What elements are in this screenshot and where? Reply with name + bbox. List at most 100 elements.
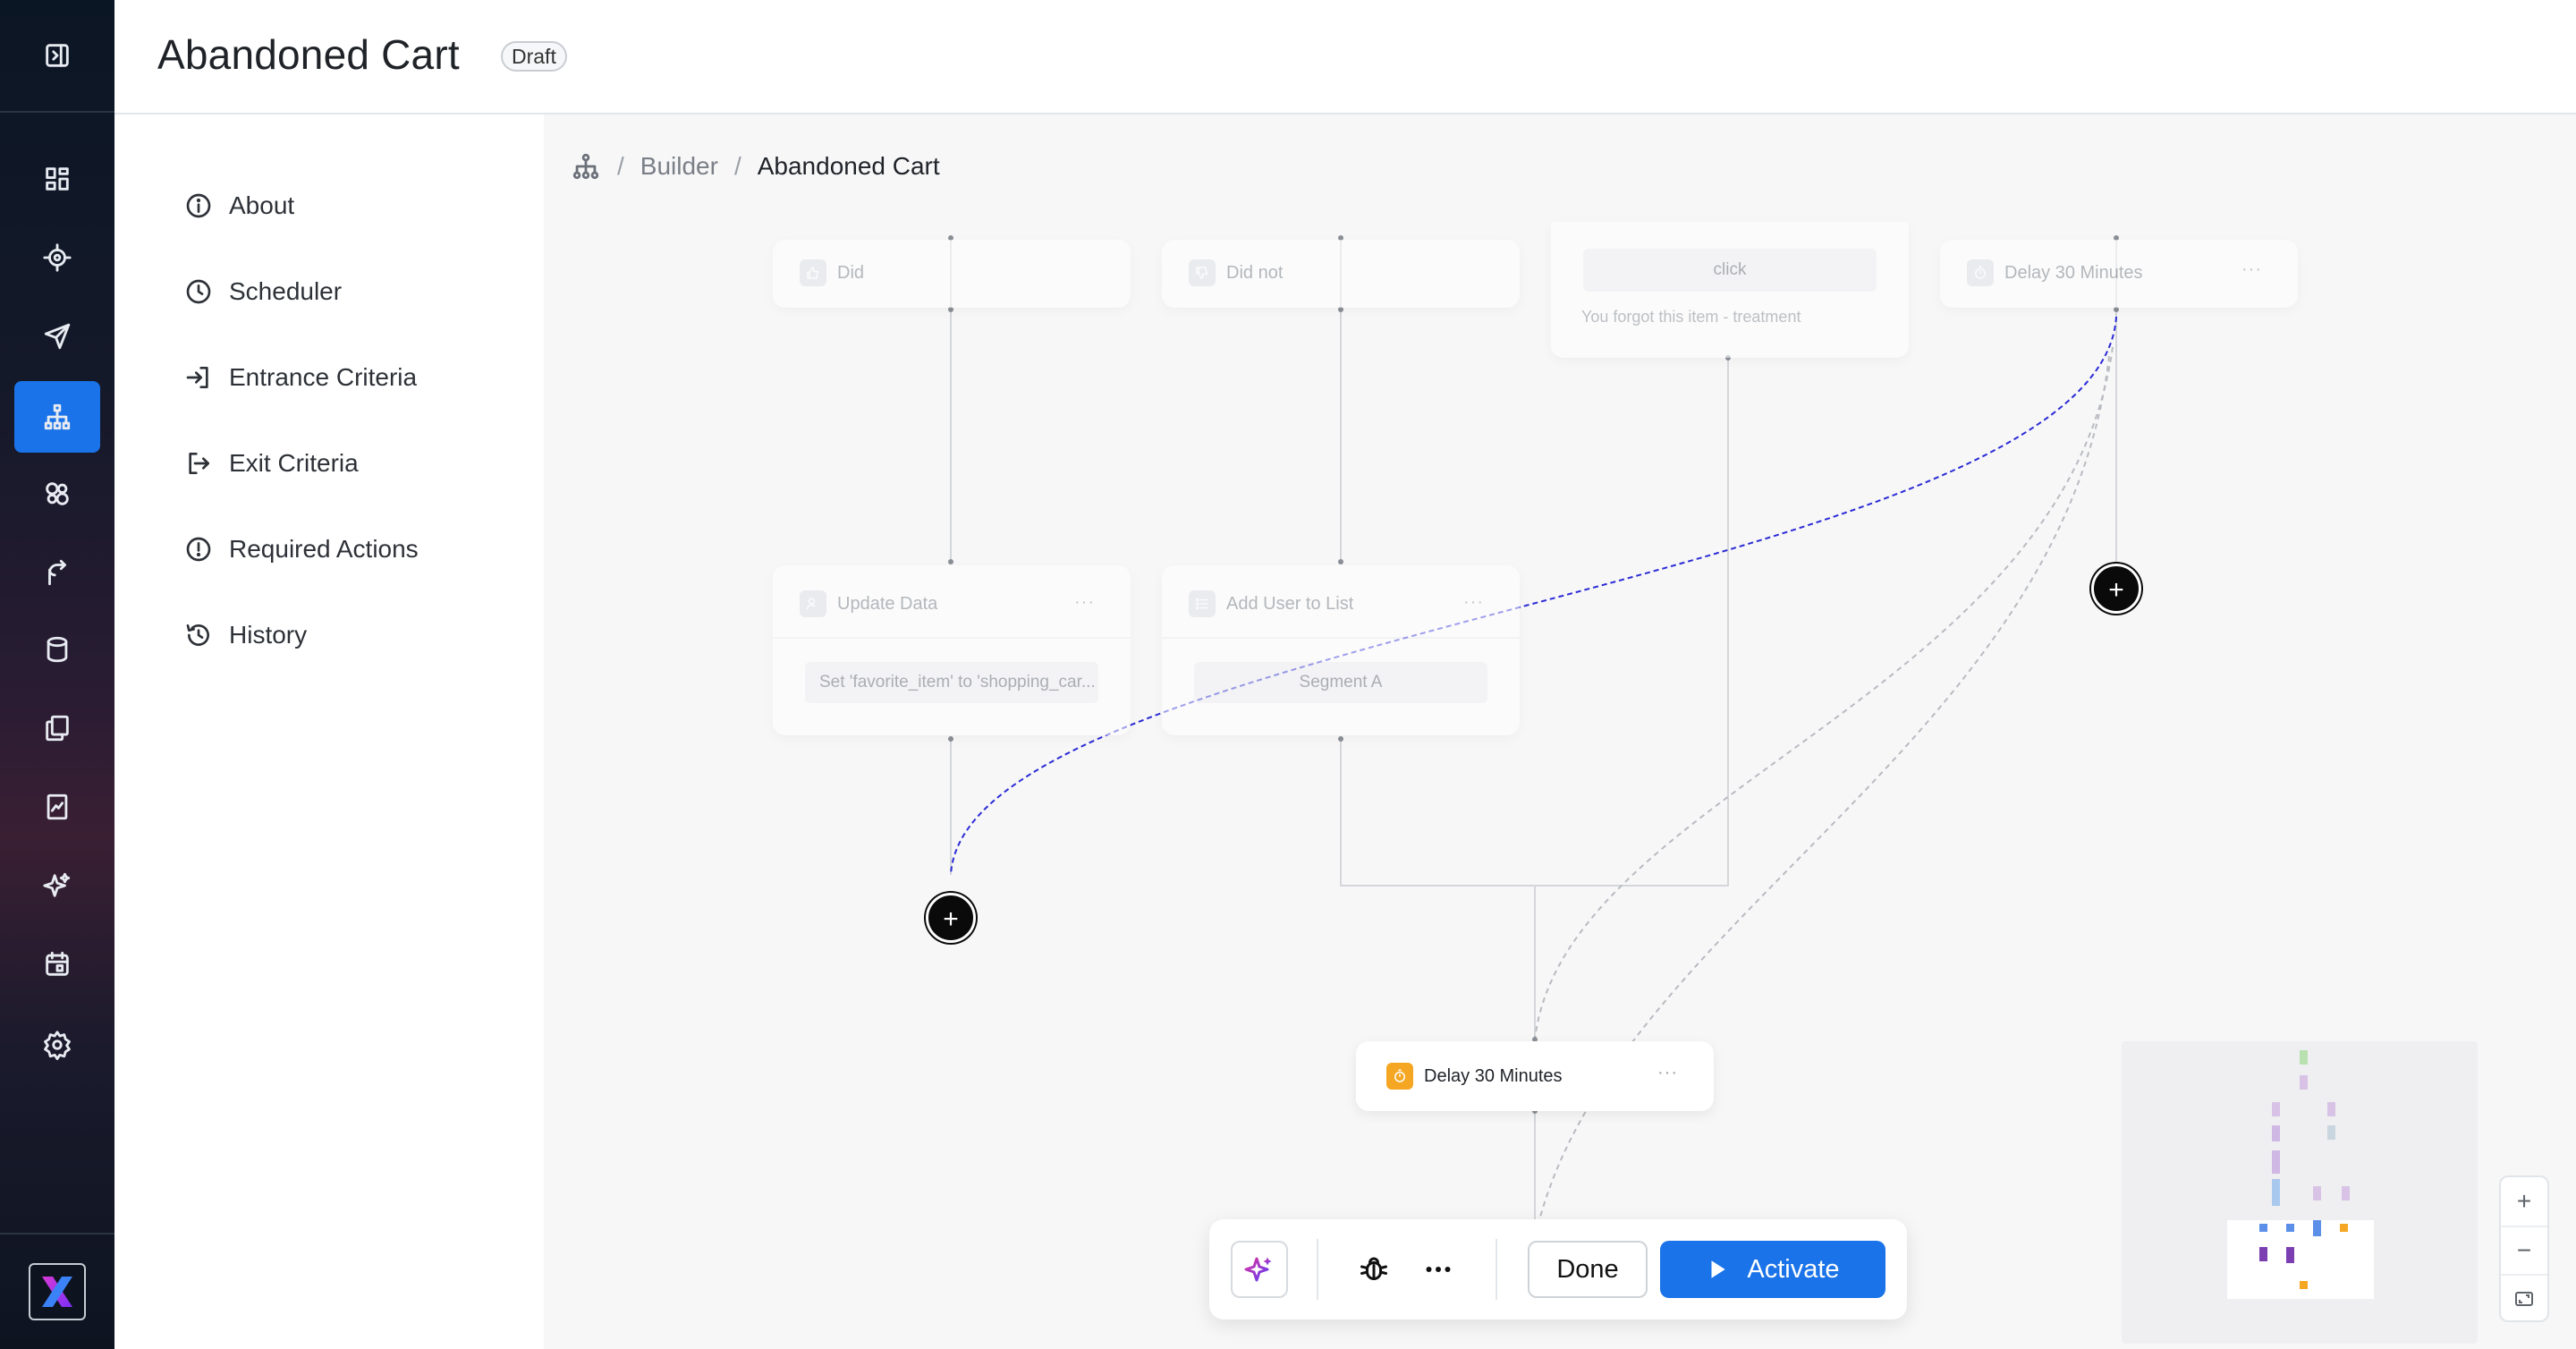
node-header: Add User to List (1189, 589, 1353, 619)
sparkle-icon (1244, 1257, 1272, 1282)
activate-label: Activate (1747, 1254, 1840, 1284)
brand-logo[interactable] (29, 1263, 86, 1320)
add-step-button[interactable]: + (2091, 564, 2141, 614)
rail-target[interactable] (14, 222, 100, 293)
node-add-to-list[interactable]: Add User to List ··· Segment A (1162, 565, 1520, 735)
page-title: Abandoned Cart (157, 31, 460, 78)
node-more-button[interactable]: ··· (1657, 1063, 1678, 1083)
minimap-node (2300, 1075, 2308, 1090)
subnav-item-label: Required Actions (229, 535, 419, 563)
ai-assistant-button[interactable] (1231, 1241, 1288, 1298)
node-did[interactable]: Did (773, 240, 1131, 308)
journey-settings-nav: About Scheduler Entrance Criteria Exit C… (114, 115, 544, 1349)
minimap-node (2272, 1150, 2280, 1174)
fit-view-button[interactable] (2501, 1274, 2547, 1322)
subnav-item-scheduler[interactable]: Scheduler (184, 272, 342, 311)
node-divider (773, 637, 1131, 639)
node-header: Did (800, 258, 864, 288)
journey-canvas[interactable]: / Builder / Abandoned Cart Did Did not c… (544, 115, 2576, 1349)
subnav-item-history[interactable]: History (184, 615, 307, 655)
node-did-not[interactable]: Did not (1162, 240, 1520, 308)
status-badge: Draft (501, 41, 567, 72)
thumbs-down-icon (1189, 259, 1216, 286)
node-email[interactable]: click You forgot this item - treatment (1551, 222, 1909, 358)
rail-templates[interactable] (14, 692, 100, 764)
done-button[interactable]: Done (1528, 1241, 1648, 1298)
subnav-item-label: Scheduler (229, 277, 343, 305)
subnav-item-label: About (229, 191, 295, 219)
rail-ai[interactable] (14, 850, 100, 921)
zoom-out-button[interactable]: − (2501, 1226, 2547, 1274)
node-subtitle: You forgot this item - treatment (1581, 308, 1801, 326)
rail-flow[interactable] (14, 537, 100, 608)
minimap-node (2340, 1224, 2348, 1232)
subnav-item-exit-criteria[interactable]: Exit Criteria (184, 444, 359, 483)
builder-toolbar: Done Activate (1209, 1219, 1907, 1319)
node-header: Did not (1189, 258, 1283, 288)
minimap-node (2300, 1050, 2308, 1065)
toggle-sidebar-icon (46, 44, 69, 67)
node-more-button[interactable]: ··· (1463, 592, 1484, 613)
debug-button[interactable] (1349, 1244, 1399, 1294)
minimap-node (2286, 1224, 2294, 1232)
rail-send[interactable] (14, 301, 100, 372)
play-icon (1711, 1260, 1726, 1278)
subnav-item-label: Exit Criteria (229, 449, 359, 477)
add-step-button[interactable]: + (926, 893, 976, 943)
journey-builder-icon (44, 403, 71, 430)
minimap-node (2313, 1186, 2321, 1201)
rail-settings[interactable] (14, 1009, 100, 1081)
subnav-item-required-actions[interactable]: Required Actions (184, 530, 419, 569)
node-more-button[interactable]: ··· (2241, 259, 2262, 280)
minimap-node (2259, 1247, 2267, 1261)
rail-top-section (0, 0, 114, 113)
flow-icon (48, 559, 66, 586)
analytics-icon (47, 793, 68, 820)
exit-icon (189, 453, 209, 474)
rail-journey-builder[interactable] (14, 381, 100, 453)
node-label: Delay 30 Minutes (1424, 1065, 1563, 1086)
rail-analytics[interactable] (14, 771, 100, 843)
minimap-node (2272, 1102, 2280, 1116)
node-label: Did (837, 262, 865, 283)
rail-segments[interactable] (14, 458, 100, 530)
zoom-in-button[interactable]: + (2501, 1177, 2547, 1226)
templates-icon (46, 715, 69, 742)
minimap-node (2259, 1224, 2267, 1232)
history-icon (186, 624, 209, 646)
subnav-item-about[interactable]: About (184, 186, 294, 225)
list-icon (1189, 590, 1216, 617)
activate-button[interactable]: Activate (1660, 1241, 1885, 1298)
send-icon (44, 323, 71, 350)
wire-port (948, 559, 953, 564)
canvas-minimap[interactable] (2122, 1041, 2478, 1344)
timer-icon (1386, 1063, 1413, 1090)
thumbs-up-icon (800, 259, 826, 286)
rail-database[interactable] (14, 614, 100, 685)
minimap-node (2327, 1125, 2335, 1140)
rail-dashboard[interactable] (14, 143, 100, 215)
dashboard-icon (46, 167, 69, 191)
timer-icon (1967, 259, 1994, 286)
subnav-item-entrance-criteria[interactable]: Entrance Criteria (184, 358, 417, 397)
node-field-segment: Segment A (1194, 662, 1487, 703)
toggle-sidebar-button[interactable] (14, 20, 100, 91)
minimap-node (2272, 1179, 2280, 1206)
node-update-data[interactable]: Update Data ··· Set 'favorite_item' to '… (773, 565, 1131, 735)
sparkle-icon (43, 872, 71, 897)
more-options-button[interactable] (1413, 1244, 1463, 1294)
node-more-button[interactable]: ··· (1074, 592, 1095, 613)
minimap-node (2313, 1220, 2321, 1236)
enter-icon (186, 367, 208, 388)
calendar-icon (46, 951, 69, 976)
node-field-action: click (1583, 249, 1877, 292)
node-delay-top[interactable]: Delay 30 Minutes ··· (1940, 240, 2298, 308)
node-delay-bottom[interactable]: Delay 30 Minutes ··· (1356, 1041, 1714, 1111)
rail-calendar[interactable] (14, 929, 100, 1000)
app-rail (0, 0, 114, 1349)
fit-view-icon (2515, 1292, 2533, 1306)
wire-port (1338, 559, 1343, 564)
toolbar-divider (1317, 1239, 1318, 1300)
wire-port (1338, 736, 1343, 742)
segments-icon (46, 482, 69, 505)
